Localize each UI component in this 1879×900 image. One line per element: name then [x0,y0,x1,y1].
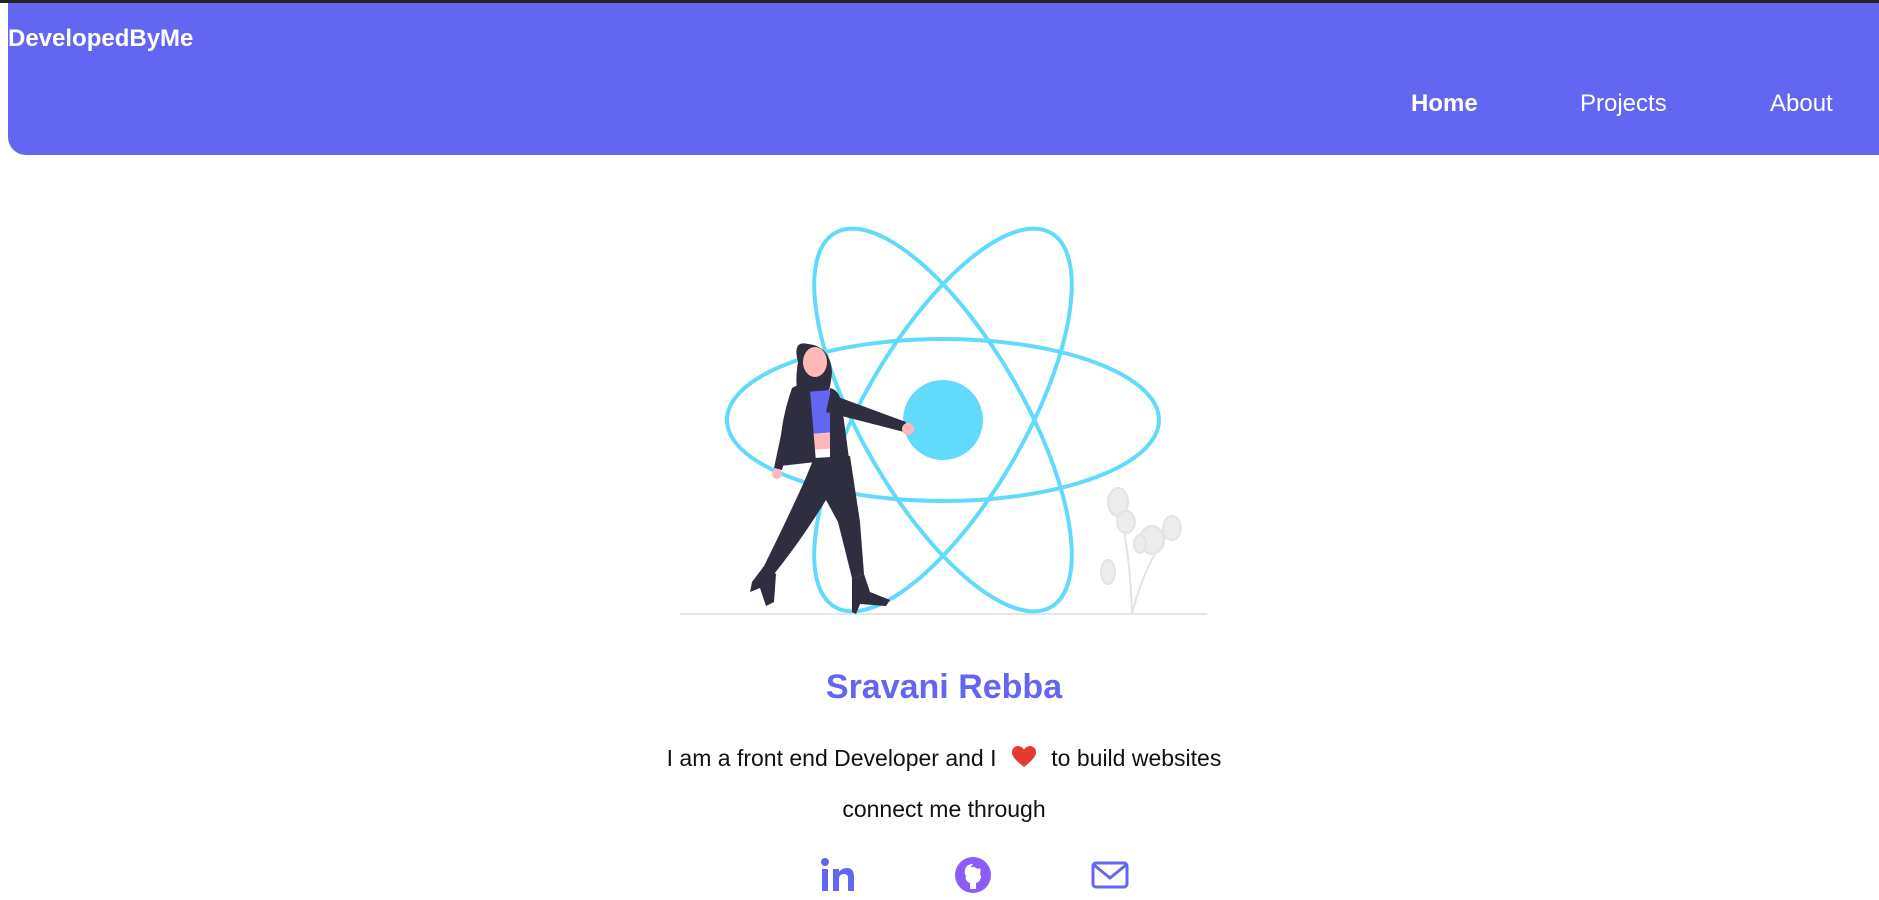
heart-icon [1011,746,1036,767]
hero-illustration [680,226,1207,615]
email-icon[interactable] [1090,855,1130,895]
github-icon[interactable] [953,855,993,895]
tagline-text-before: I am a front end Developer and I [666,745,997,771]
connect-text: connect me through [842,796,1046,822]
nav-links: Home Projects About [8,90,1879,126]
developer-name: Sravani Rebba [825,668,1063,706]
linkedin-icon[interactable] [818,855,858,895]
react-atom-nucleus [903,380,983,460]
nav-link-projects[interactable]: Projects [1580,90,1667,118]
nav-link-home[interactable]: Home [1411,90,1478,118]
woman-figure [750,343,914,614]
plant-decoration [1100,487,1182,615]
nav-link-about[interactable]: About [1770,90,1833,118]
tagline-text-after: to build websites [1051,745,1222,771]
navbar: DevelopedByMe Home Projects About [8,3,1879,155]
tagline: I am a front end Developer and I to buil… [0,745,1879,772]
brand-logo[interactable]: DevelopedByMe [8,25,193,53]
